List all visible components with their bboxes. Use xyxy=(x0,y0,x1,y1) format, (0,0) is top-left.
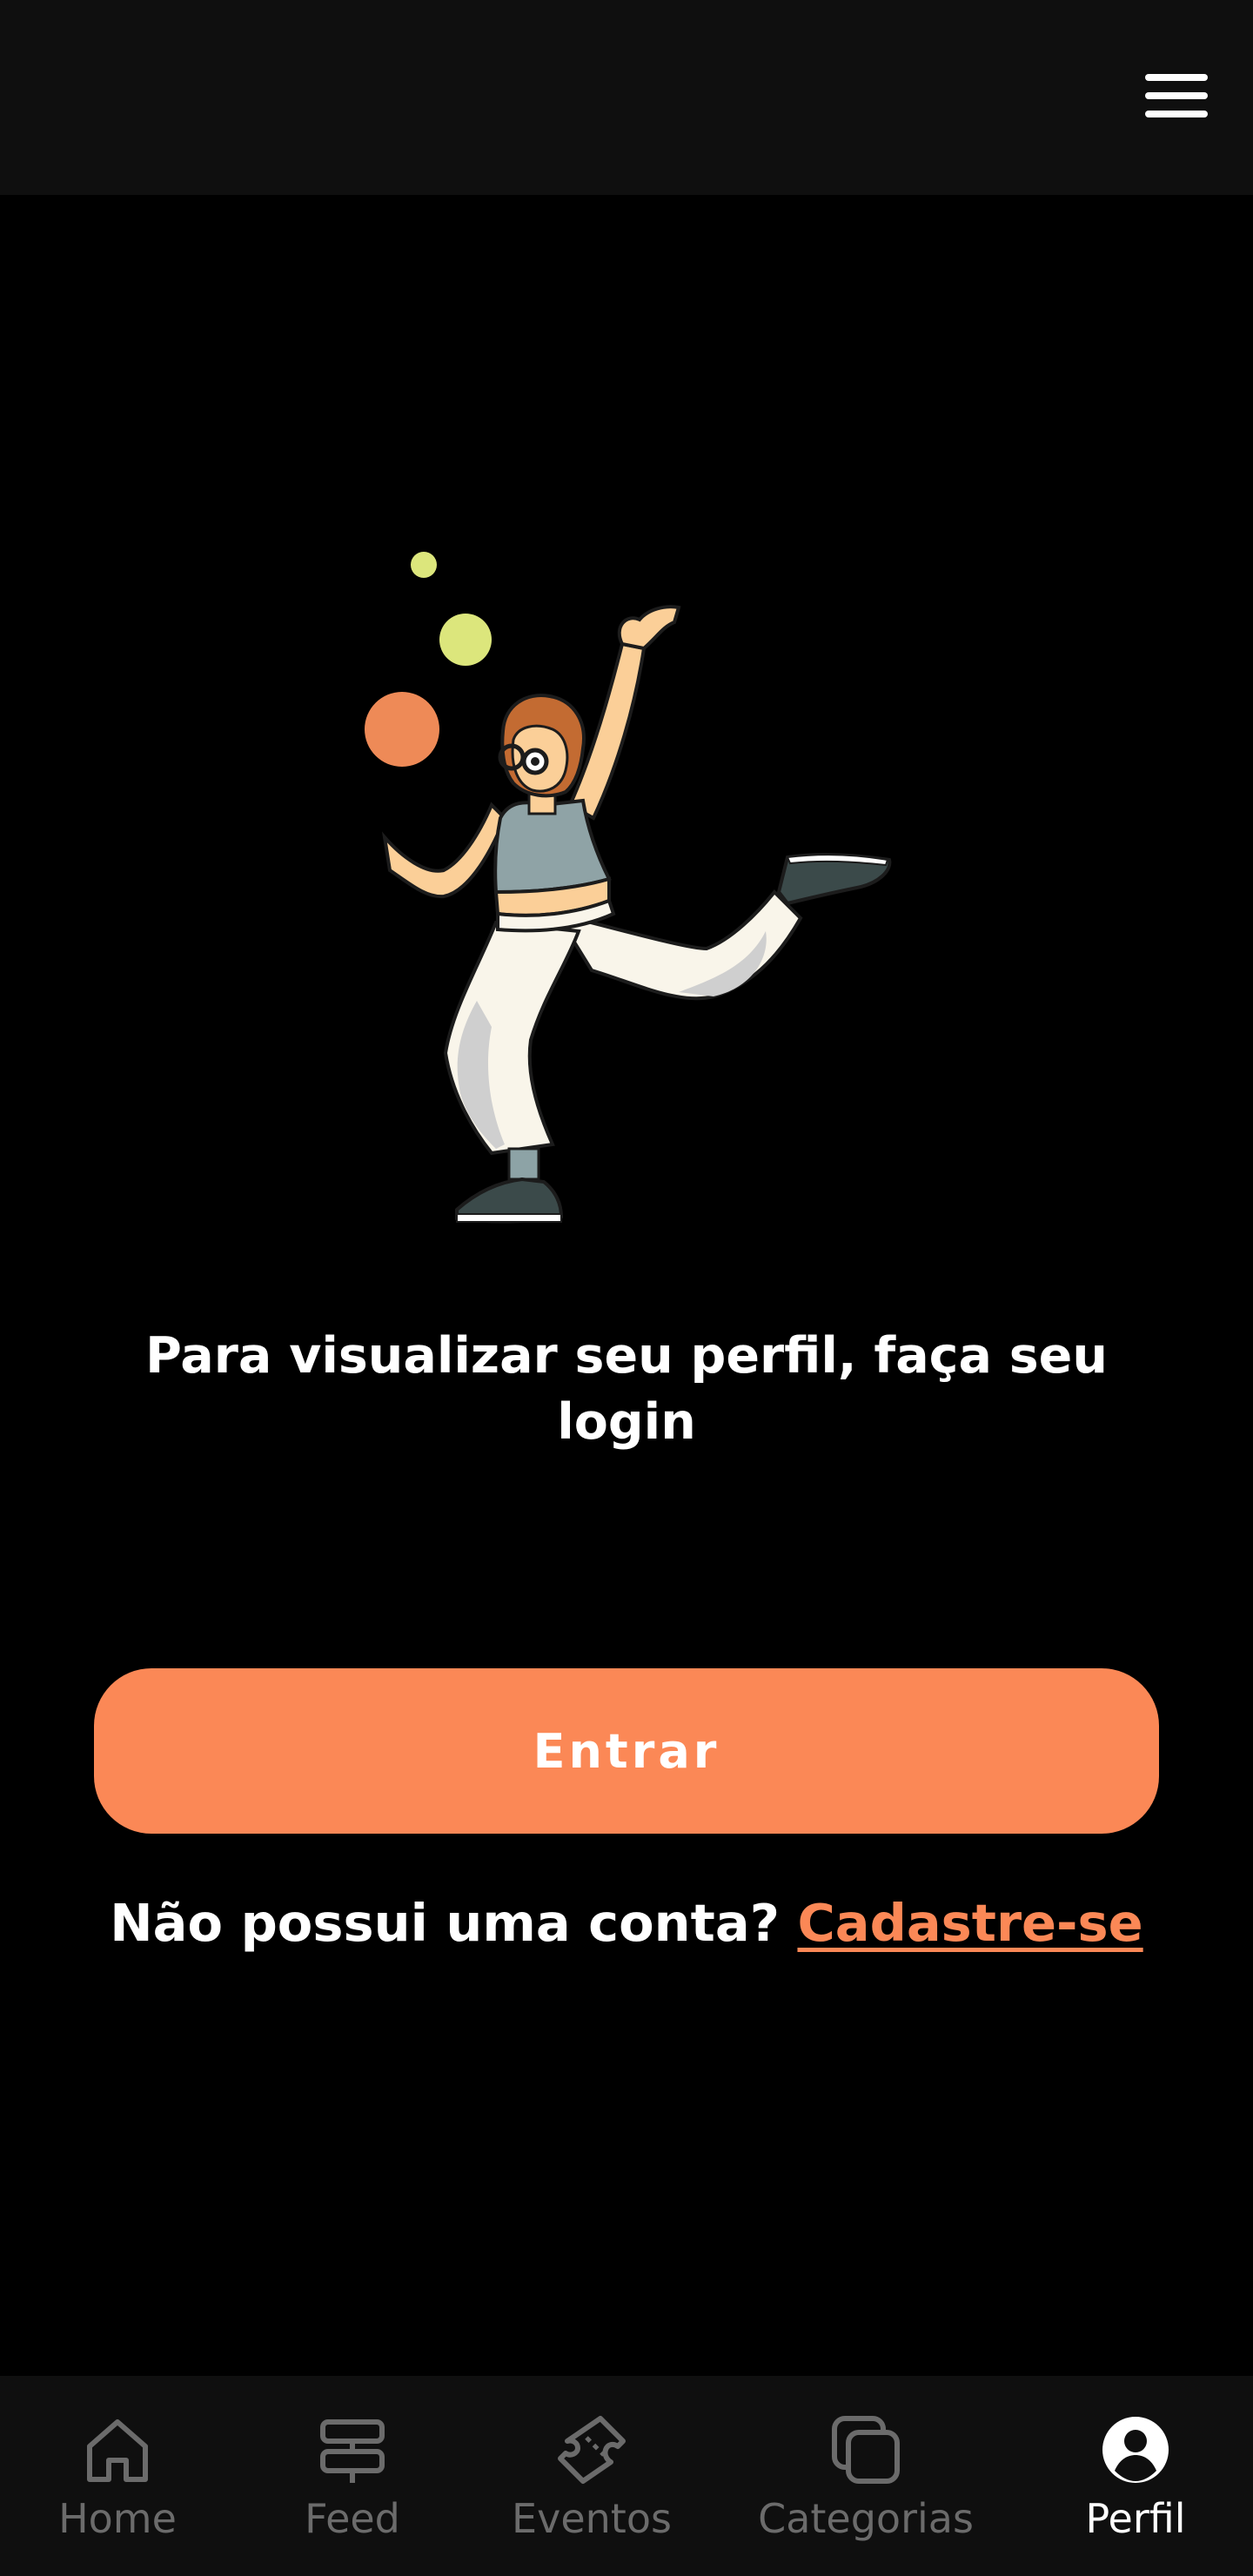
nav-label-home: Home xyxy=(58,2495,177,2542)
signup-link[interactable]: Cadastre-se xyxy=(797,1893,1142,1953)
nav-label-feed: Feed xyxy=(305,2495,400,2542)
signup-question: Não possui uma conta? xyxy=(110,1893,780,1953)
nav-item-home[interactable]: Home xyxy=(35,2376,200,2576)
hamburger-menu-icon xyxy=(1145,74,1208,117)
categories-icon xyxy=(832,2416,900,2484)
profile-icon xyxy=(1102,2417,1169,2483)
signup-row: Não possui uma conta? Cadastre-se xyxy=(0,1888,1253,1958)
login-button[interactable]: Entrar xyxy=(94,1668,1159,1834)
nav-item-perfil[interactable]: Perfil xyxy=(1062,2376,1209,2576)
bottom-navigation: Home Feed Eventos Categorias Perfil xyxy=(0,2376,1253,2576)
login-prompt-text: Para visualizar seu perfil, faça seu log… xyxy=(145,1327,1108,1451)
juggling-woman-illustration xyxy=(348,540,922,1253)
nav-label-categorias: Categorias xyxy=(758,2495,974,2542)
nav-label-eventos: Eventos xyxy=(512,2495,672,2542)
home-icon xyxy=(87,2419,148,2482)
nav-item-categorias[interactable]: Categorias xyxy=(748,2376,983,2576)
menu-button[interactable] xyxy=(1138,57,1215,134)
top-app-bar xyxy=(0,0,1253,195)
nav-item-feed[interactable]: Feed xyxy=(270,2376,435,2576)
ticket-icon xyxy=(558,2416,626,2484)
nav-label-perfil: Perfil xyxy=(1085,2495,1186,2542)
nav-item-eventos[interactable]: Eventos xyxy=(496,2376,687,2576)
signpost-icon xyxy=(320,2419,385,2483)
